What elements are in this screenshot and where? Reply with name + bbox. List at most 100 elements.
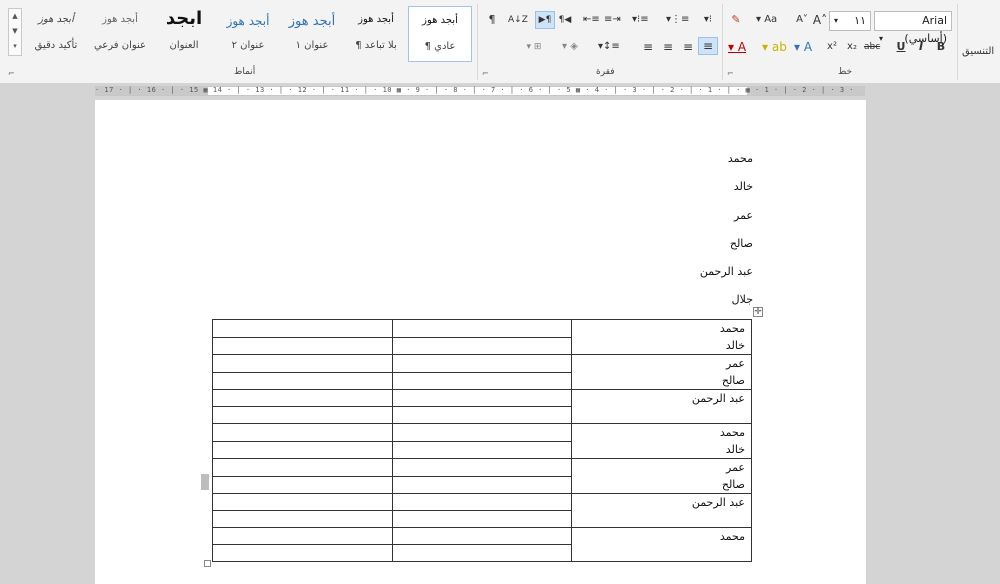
style-emphasis-subtle[interactable]: أبجد هوز تأكيد دقيق (24, 6, 88, 62)
gallery-down-icon[interactable]: ▼ (9, 24, 21, 39)
decrease-indent-icon[interactable]: ≡⇥ (604, 11, 621, 29)
table-cell[interactable] (212, 354, 393, 373)
table-row[interactable]: عبد الرحمن (212, 389, 752, 424)
table-cell[interactable] (391, 475, 572, 494)
bullet-list-icon[interactable]: ▾⁝ (700, 11, 716, 29)
group-divider (722, 4, 723, 80)
subscript-button[interactable]: x₂ (844, 38, 860, 56)
pilcrow-icon[interactable]: ¶ (484, 11, 500, 29)
center-icon[interactable]: ≡ (680, 38, 696, 56)
style-normal[interactable]: أبجد هوز ¶ عادي (408, 6, 472, 62)
table-name-cell[interactable]: عمر صالح (571, 458, 752, 494)
style-no-spacing[interactable]: أبجد هوز ¶ بلا تباعد (344, 6, 408, 62)
table-cell[interactable] (212, 475, 393, 494)
table-name-cell[interactable]: محمد (571, 527, 752, 562)
table-resize-handle[interactable] (204, 560, 211, 567)
borders-icon[interactable]: ▾ ⊞ (526, 38, 542, 56)
table-cell[interactable] (212, 389, 393, 407)
table-row[interactable]: عبد الرحمن (212, 493, 752, 528)
table-cell[interactable] (391, 406, 572, 424)
bold-button[interactable]: B (933, 38, 949, 56)
body-line[interactable]: جلال (732, 293, 753, 306)
gallery-more-icon[interactable]: ▾ (9, 39, 21, 54)
gallery-up-icon[interactable]: ▲ (9, 9, 21, 24)
font-color-icon[interactable]: ▾ A (728, 38, 746, 56)
font-size-select[interactable]: ١١ ▾ (829, 11, 871, 31)
table-cell[interactable] (391, 440, 572, 459)
multilevel-list-icon[interactable]: ▾⁝≡ (632, 11, 649, 29)
change-case-icon[interactable]: ▾ Aa (756, 11, 777, 29)
table-cell[interactable] (212, 458, 393, 477)
table-cell[interactable] (391, 389, 572, 407)
table-row[interactable]: محمد خالد (212, 319, 752, 355)
body-line[interactable]: محمد (728, 152, 753, 165)
table-cell[interactable] (391, 354, 572, 373)
text-effects-icon[interactable]: ▾ A (794, 38, 812, 56)
table-name-cell[interactable]: عبد الرحمن (571, 389, 752, 424)
table-cell[interactable] (391, 458, 572, 477)
table-cell[interactable] (212, 336, 393, 355)
horizontal-ruler[interactable]: · 17 · | · 16 · | · 15 ▦ 14 · | · 13 · |… (95, 86, 865, 96)
document-page[interactable]: محمد خالد عمر صالح عبد الرحمن جلال ✛ محم… (95, 100, 866, 584)
rtl-icon[interactable]: ▶¶ (535, 11, 555, 29)
body-line[interactable]: عمر (734, 209, 753, 222)
table-name-cell[interactable]: عمر صالح (571, 354, 752, 390)
justify-icon[interactable]: ≡ (640, 38, 656, 56)
table-move-handle-icon[interactable]: ✛ (753, 307, 763, 317)
table-cell[interactable] (391, 510, 572, 528)
table-cell[interactable] (391, 493, 572, 511)
body-line[interactable]: صالح (730, 237, 753, 250)
table-row[interactable]: محمد خالد (212, 423, 752, 459)
gallery-scroll[interactable]: ▲ ▼ ▾ (8, 8, 22, 56)
strikethrough-button[interactable]: abc (864, 38, 880, 56)
clear-format-icon[interactable]: ✎ (728, 11, 744, 29)
table-cell[interactable] (212, 423, 393, 442)
line-spacing-icon[interactable]: ▾↕≡ (598, 38, 620, 56)
style-title[interactable]: ابجد العنوان (152, 6, 216, 62)
table-cell[interactable] (212, 493, 393, 511)
shading-icon[interactable]: ▾ ◈ (562, 38, 578, 56)
align-left-icon[interactable]: ≡ (660, 38, 676, 56)
table-cell[interactable] (212, 544, 393, 562)
table-cell[interactable] (391, 371, 572, 390)
font-name-select[interactable]: Arial (أساسي) ▾ (874, 11, 952, 45)
style-heading-2[interactable]: أبجد هوز عنوان ٢ (216, 6, 280, 62)
grow-font-icon[interactable]: A˄ (812, 11, 828, 29)
table-name-cell[interactable]: محمد خالد (571, 319, 752, 355)
body-line[interactable]: عبد الرحمن (700, 265, 753, 278)
sort-icon[interactable]: A↓Z (508, 11, 528, 29)
table-name-cell[interactable]: عبد الرحمن (571, 493, 752, 528)
shrink-font-icon[interactable]: A˅ (794, 11, 810, 29)
italic-button[interactable]: I (913, 38, 929, 56)
table-cell[interactable] (391, 336, 572, 355)
font-launcher-icon[interactable]: ⌐ (727, 69, 734, 78)
table-row[interactable]: عمر صالح (212, 354, 752, 390)
table-cell[interactable] (391, 423, 572, 442)
body-line[interactable]: خالد (734, 180, 753, 193)
numbered-list-icon[interactable]: ▾⋮≡ (666, 11, 689, 29)
table-cell[interactable] (212, 440, 393, 459)
paragraph-launcher-icon[interactable]: ⌐ (482, 69, 489, 78)
table-row[interactable]: محمد (212, 527, 752, 562)
document-table[interactable]: محمد خالد عمر صالح عبد الرحمن محمد خالد عمر صالح… (212, 319, 752, 562)
table-cell[interactable] (212, 527, 393, 545)
row-selection-marker[interactable] (201, 474, 209, 490)
table-name-cell[interactable]: محمد خالد (571, 423, 752, 459)
table-row[interactable]: عمر صالح (212, 458, 752, 494)
table-cell[interactable] (212, 371, 393, 390)
highlight-icon[interactable]: ▾ ab (762, 38, 787, 56)
align-right-icon[interactable]: ≡ (698, 37, 718, 55)
underline-button[interactable]: U (893, 38, 909, 56)
increase-indent-icon[interactable]: ⇤≡ (583, 11, 600, 29)
table-cell[interactable] (212, 406, 393, 424)
table-cell[interactable] (391, 527, 572, 545)
style-heading-1[interactable]: أبجد هوز عنوان ١ (280, 6, 344, 62)
table-cell[interactable] (391, 544, 572, 562)
table-cell[interactable] (212, 510, 393, 528)
styles-launcher-icon[interactable]: ⌐ (8, 69, 15, 78)
superscript-button[interactable]: x² (824, 38, 840, 56)
style-subtitle[interactable]: أبجد هوز عنوان فرعي (88, 6, 152, 62)
table-cell[interactable] (391, 319, 572, 338)
table-cell[interactable] (212, 319, 393, 338)
ltr-icon[interactable]: ¶◀ (557, 11, 573, 29)
